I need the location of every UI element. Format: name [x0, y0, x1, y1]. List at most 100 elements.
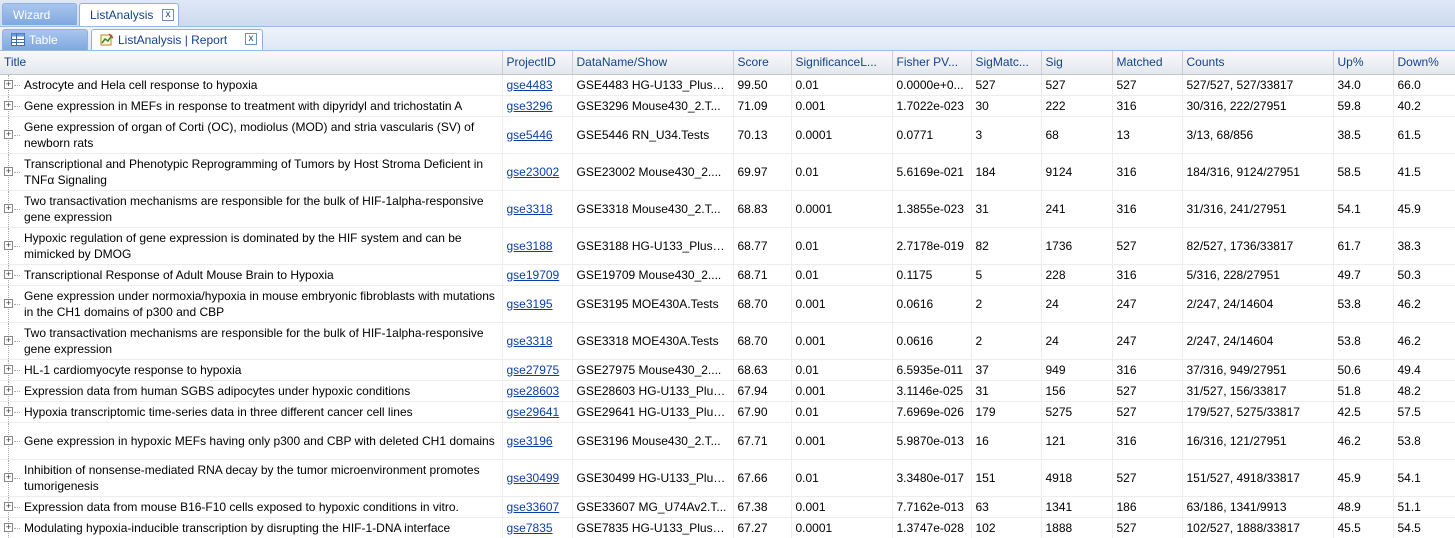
column-header-title[interactable]: Title: [0, 51, 503, 75]
column-header-significance[interactable]: SignificanceL...: [791, 51, 893, 75]
tree-line: [14, 208, 20, 210]
column-header-fisher[interactable]: Fisher PV...: [892, 51, 972, 75]
cell-projectid: gse5446: [502, 116, 573, 154]
cell-significance: 0.001: [791, 322, 893, 360]
table-row[interactable]: + HL-1 cardiomyocyte response to hypoxia g…: [0, 359, 1455, 381]
table-row[interactable]: + Two transactivation mechanisms are resp…: [0, 190, 1455, 228]
expand-icon[interactable]: +: [4, 100, 13, 110]
project-link[interactable]: gse30499: [507, 471, 560, 485]
table-row[interactable]: + Inhibition of nonsense-mediated RNA dec…: [0, 459, 1455, 497]
cell-counts: 16/316, 121/27951: [1182, 422, 1334, 460]
cell-down-percent: 46.2: [1393, 322, 1455, 360]
cell-down-percent: 51.1: [1393, 496, 1455, 518]
cell-matched: 186: [1112, 496, 1183, 518]
table-row[interactable]: + Hypoxic regulation of gene expression i…: [0, 227, 1455, 265]
cell-sigmatch: 37: [971, 359, 1042, 381]
expand-icon[interactable]: +: [4, 335, 13, 345]
tab-wizard[interactable]: Wizard: [2, 3, 77, 25]
cell-title: + Hypoxic regulation of gene expression i…: [0, 227, 503, 265]
project-link[interactable]: gse4483: [507, 78, 553, 92]
column-header-counts[interactable]: Counts: [1182, 51, 1334, 75]
project-link[interactable]: gse33607: [507, 500, 560, 514]
cell-score: 68.63: [733, 359, 792, 381]
column-header-projectid[interactable]: ProjectID: [502, 51, 573, 75]
column-header-matched[interactable]: Matched: [1112, 51, 1183, 75]
cell-title: + Gene expression in MEFs in response to …: [0, 95, 503, 117]
expand-icon[interactable]: +: [4, 166, 13, 176]
close-icon[interactable]: x: [245, 33, 257, 45]
project-link[interactable]: gse3318: [507, 334, 553, 348]
project-link[interactable]: gse5446: [507, 128, 553, 142]
project-link[interactable]: gse3318: [507, 202, 553, 216]
cell-matched: 316: [1112, 422, 1183, 460]
cell-projectid: gse30499: [502, 459, 573, 497]
cell-sigmatch: 2: [971, 285, 1042, 323]
column-header-sigmatch[interactable]: SigMatc...: [971, 51, 1042, 75]
expand-icon[interactable]: +: [4, 79, 13, 89]
table-row[interactable]: + Expression data from mouse B16-F10 cell…: [0, 496, 1455, 518]
expand-icon[interactable]: +: [4, 472, 13, 482]
table-row[interactable]: + Hypoxia transcriptomic time-series data…: [0, 401, 1455, 423]
project-link[interactable]: gse3196: [507, 434, 553, 448]
cell-counts: 31/316, 241/27951: [1182, 190, 1334, 228]
cell-down-percent: 54.1: [1393, 459, 1455, 497]
column-header-sig[interactable]: Sig: [1041, 51, 1113, 75]
table-row[interactable]: + Transcriptional Response of Adult Mouse…: [0, 264, 1455, 286]
cell-down-percent: 41.5: [1393, 153, 1455, 191]
row-title: Inhibition of nonsense-mediated RNA deca…: [24, 462, 480, 493]
table-row[interactable]: + Gene expression in MEFs in response to …: [0, 95, 1455, 117]
cell-counts: 30/316, 222/27951: [1182, 95, 1334, 117]
project-link[interactable]: gse3195: [507, 297, 553, 311]
cell-score: 68.70: [733, 322, 792, 360]
column-header-up[interactable]: Up%: [1333, 51, 1394, 75]
table-row[interactable]: + Expression data from human SGBS adipocy…: [0, 380, 1455, 402]
project-link[interactable]: gse3188: [507, 239, 553, 253]
project-link[interactable]: gse28603: [507, 384, 560, 398]
column-header-down[interactable]: Down%: [1393, 51, 1455, 75]
column-header-score[interactable]: Score: [733, 51, 792, 75]
cell-score: 67.71: [733, 422, 792, 460]
cell-fisher: 1.3855e-023: [892, 190, 972, 228]
table-row[interactable]: + Gene expression of organ of Corti (OC),…: [0, 116, 1455, 154]
expand-icon[interactable]: +: [4, 406, 13, 416]
expand-icon[interactable]: +: [4, 364, 13, 374]
cell-counts: 63/186, 1341/9913: [1182, 496, 1334, 518]
table-row[interactable]: + Gene expression under normoxia/hypoxia …: [0, 285, 1455, 323]
expand-icon[interactable]: +: [4, 129, 13, 139]
tab-listanalysis-report[interactable]: ListAnalysis | Report x: [91, 29, 263, 50]
project-link[interactable]: gse27975: [507, 363, 560, 377]
project-link[interactable]: gse7835: [507, 521, 553, 535]
column-header-dataname[interactable]: DataName/Show: [572, 51, 734, 75]
tree-line: [14, 340, 20, 342]
expand-icon[interactable]: +: [4, 385, 13, 395]
table-row[interactable]: + Gene expression in hypoxic MEFs having …: [0, 422, 1455, 460]
expand-icon[interactable]: +: [4, 240, 13, 250]
expand-icon[interactable]: +: [4, 522, 13, 532]
cell-projectid: gse27975: [502, 359, 573, 381]
expand-icon[interactable]: +: [4, 298, 13, 308]
cell-dataname: GSE28603 HG-U133_Plus...: [572, 380, 734, 402]
project-link[interactable]: gse19709: [507, 268, 560, 282]
tab-listanalysis[interactable]: ListAnalysis x: [79, 3, 179, 26]
cell-score: 71.09: [733, 95, 792, 117]
project-link[interactable]: gse23002: [507, 165, 560, 179]
table-row[interactable]: + Two transactivation mechanisms are resp…: [0, 322, 1455, 360]
project-link[interactable]: gse3296: [507, 99, 553, 113]
expand-icon[interactable]: +: [4, 435, 13, 445]
project-link[interactable]: gse29641: [507, 405, 560, 419]
row-title: Expression data from mouse B16-F10 cells…: [24, 499, 459, 514]
expand-icon[interactable]: +: [4, 269, 13, 279]
table-row[interactable]: + Transcriptional and Phenotypic Reprogra…: [0, 153, 1455, 191]
close-icon[interactable]: x: [162, 9, 174, 21]
cell-down-percent: 40.2: [1393, 95, 1455, 117]
tab-table[interactable]: Table: [2, 29, 88, 50]
table-row[interactable]: + Astrocyte and Hela cell response to hyp…: [0, 74, 1455, 96]
cell-up-percent: 58.5: [1333, 153, 1394, 191]
cell-down-percent: 46.2: [1393, 285, 1455, 323]
expand-icon[interactable]: +: [4, 501, 13, 511]
cell-fisher: 6.5935e-011: [892, 359, 972, 381]
tree-line: [14, 105, 20, 107]
expand-icon[interactable]: +: [4, 203, 13, 213]
cell-counts: 82/527, 1736/33817: [1182, 227, 1334, 265]
table-row[interactable]: + Modulating hypoxia-inducible transcript…: [0, 517, 1455, 538]
